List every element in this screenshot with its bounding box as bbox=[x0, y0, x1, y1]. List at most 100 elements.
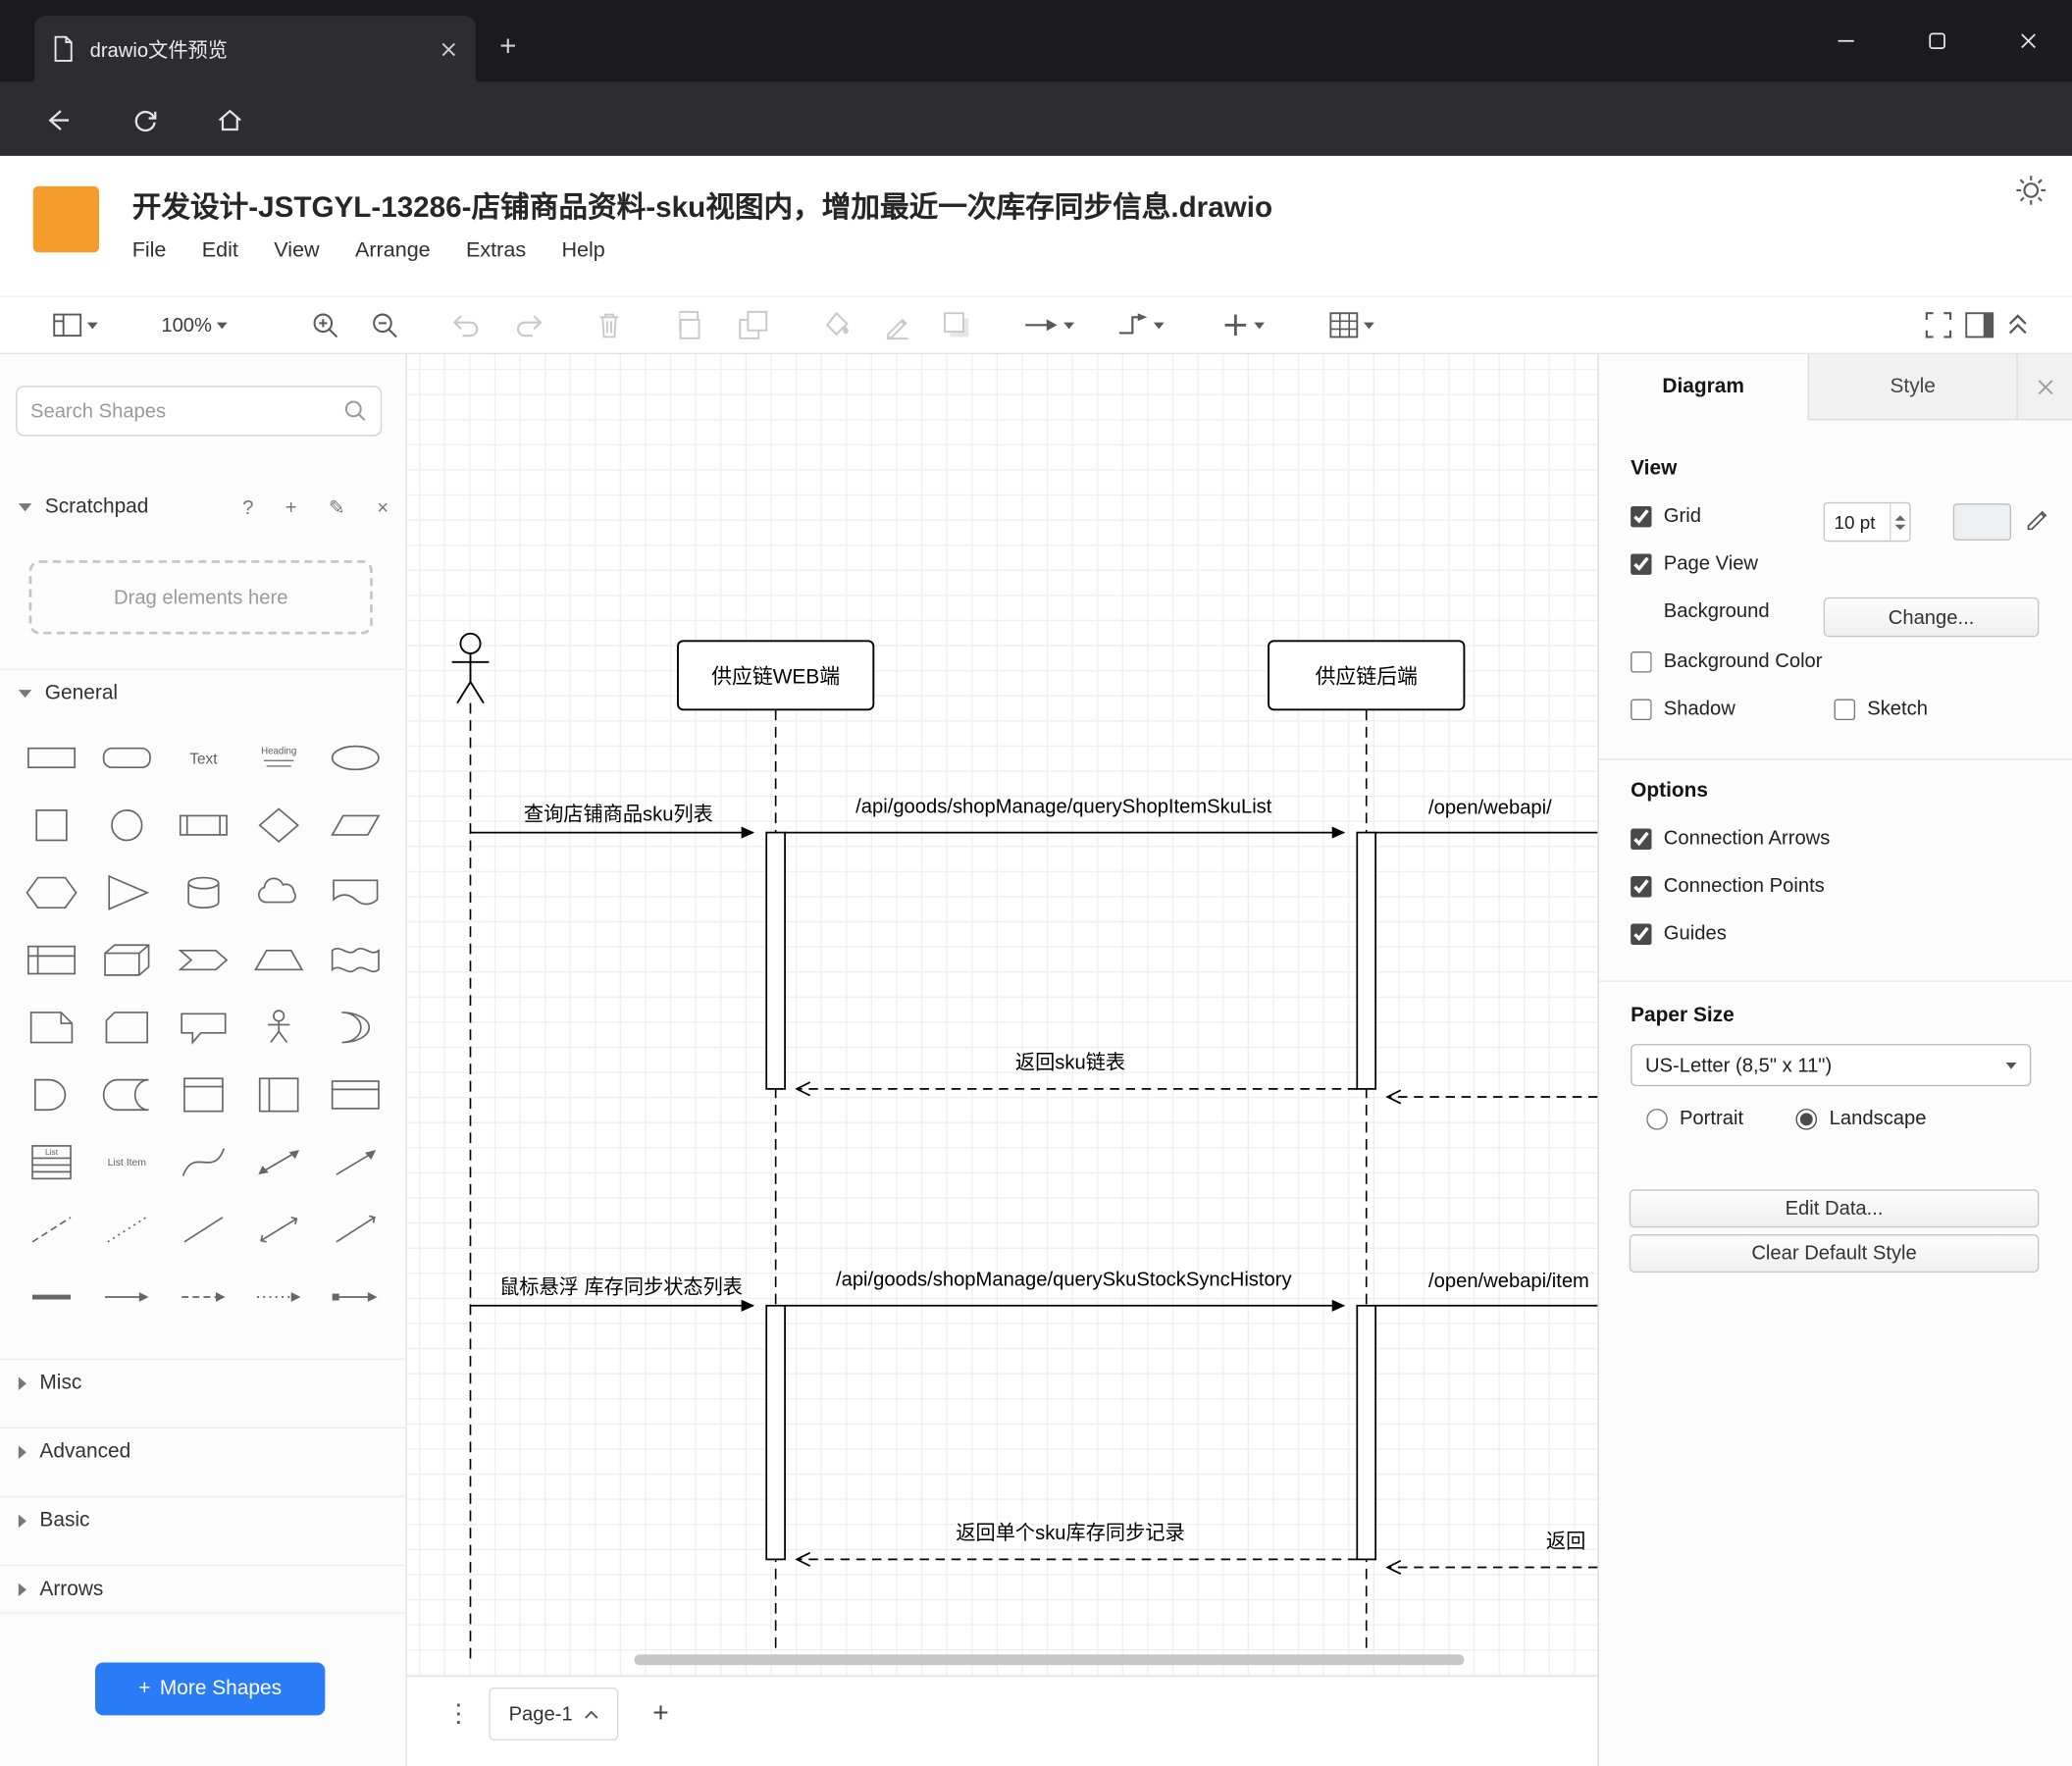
bidirectional-connector-shape[interactable] bbox=[241, 1196, 317, 1264]
section-general[interactable]: General bbox=[0, 668, 407, 716]
guides-checkbox[interactable] bbox=[1631, 922, 1652, 945]
window-maximize-button[interactable] bbox=[1907, 0, 1968, 82]
scratchpad-dropzone[interactable]: Drag elements here bbox=[28, 560, 373, 635]
scratchpad-edit-icon[interactable]: ✎ bbox=[329, 495, 345, 519]
scratchpad-help-icon[interactable]: ? bbox=[242, 496, 253, 519]
format-panel-toggle-button[interactable] bbox=[1965, 304, 1994, 346]
and-shape[interactable] bbox=[13, 1062, 88, 1129]
connection-arrows-checkbox[interactable] bbox=[1631, 827, 1652, 850]
actor-figure[interactable] bbox=[451, 632, 490, 704]
parallelogram-shape[interactable] bbox=[318, 792, 393, 859]
collapse-toolbar-button[interactable] bbox=[2006, 304, 2030, 346]
landscape-radio[interactable] bbox=[1795, 1108, 1818, 1129]
cloud-shape[interactable] bbox=[241, 859, 317, 927]
connector-shape[interactable] bbox=[318, 1264, 393, 1331]
lifeline-box-web[interactable]: 供应链WEB端 bbox=[677, 640, 875, 711]
step-up-icon[interactable] bbox=[1894, 514, 1906, 521]
dashed-line-shape[interactable] bbox=[13, 1196, 88, 1264]
search-input[interactable] bbox=[29, 399, 344, 423]
sketch-checkbox[interactable] bbox=[1834, 698, 1856, 720]
pages-menu-button[interactable]: ⋮ bbox=[439, 1690, 478, 1738]
tab-close-icon[interactable] bbox=[440, 40, 458, 58]
connection-style-button[interactable] bbox=[1024, 304, 1075, 346]
line-shape[interactable] bbox=[166, 1196, 241, 1264]
menu-help[interactable]: Help bbox=[561, 239, 604, 263]
rectangle-shape[interactable] bbox=[13, 724, 88, 792]
page-view-checkbox[interactable] bbox=[1631, 552, 1652, 575]
delete-button[interactable] bbox=[596, 304, 622, 346]
directional-connector-shape[interactable] bbox=[318, 1196, 393, 1264]
tab-style[interactable]: Style bbox=[1807, 353, 2017, 421]
change-background-button[interactable]: Change... bbox=[1823, 597, 2040, 638]
waypoint-style-button[interactable] bbox=[1116, 304, 1165, 346]
section-basic[interactable]: Basic bbox=[0, 1495, 407, 1543]
list-item-shape[interactable]: List Item bbox=[89, 1128, 165, 1196]
rounded-rectangle-shape[interactable] bbox=[89, 724, 165, 792]
text-shape[interactable]: Text bbox=[166, 724, 241, 792]
to-front-button[interactable] bbox=[679, 304, 708, 346]
menu-view[interactable]: View bbox=[274, 239, 319, 263]
scratchpad-add-icon[interactable]: + bbox=[285, 496, 297, 519]
section-arrows[interactable]: Arrows bbox=[0, 1564, 407, 1614]
fullscreen-button[interactable] bbox=[1924, 304, 1953, 346]
section-misc[interactable]: Misc bbox=[0, 1358, 407, 1406]
internal-storage-shape[interactable] bbox=[13, 926, 88, 994]
zoom-level-button[interactable]: 100% bbox=[161, 304, 229, 346]
arrow-edge-shape[interactable] bbox=[89, 1264, 165, 1331]
arrow-shape[interactable] bbox=[318, 1128, 393, 1196]
hexagon-shape[interactable] bbox=[13, 859, 88, 927]
square-shape[interactable] bbox=[13, 792, 88, 859]
paper-size-select[interactable]: US-Letter (8,5" x 11") bbox=[1631, 1044, 2032, 1087]
zoom-in-button[interactable] bbox=[311, 304, 340, 346]
window-close-button[interactable] bbox=[1998, 0, 2059, 82]
bidirectional-arrow-shape[interactable] bbox=[241, 1128, 317, 1196]
portrait-radio[interactable] bbox=[1646, 1108, 1668, 1129]
theme-toggle-button[interactable] bbox=[2014, 173, 2048, 207]
menu-edit[interactable]: Edit bbox=[202, 239, 238, 263]
dotted-line-shape[interactable] bbox=[89, 1196, 165, 1264]
diagram-canvas[interactable]: 供应链WEB端 供应链后端 查询店铺商品sku列表 /api/goods/sho… bbox=[406, 353, 1598, 1676]
dashed-edge-shape[interactable] bbox=[166, 1264, 241, 1331]
section-advanced[interactable]: Advanced bbox=[0, 1427, 407, 1475]
menu-extras[interactable]: Extras bbox=[466, 239, 526, 263]
undo-button[interactable] bbox=[450, 304, 482, 346]
page-tab[interactable]: Page-1 bbox=[489, 1688, 619, 1740]
more-shapes-button[interactable]: + More Shapes bbox=[94, 1662, 326, 1716]
data-storage-shape[interactable] bbox=[89, 1062, 165, 1129]
menu-file[interactable]: File bbox=[132, 239, 167, 263]
triangle-shape[interactable] bbox=[89, 859, 165, 927]
note-shape[interactable] bbox=[13, 994, 88, 1062]
dotted-edge-shape[interactable] bbox=[241, 1264, 317, 1331]
format-panel-close[interactable] bbox=[2016, 353, 2072, 421]
list-shape[interactable]: List bbox=[13, 1128, 88, 1196]
browser-tab[interactable]: drawio文件预览 bbox=[34, 16, 476, 82]
step-down-icon[interactable] bbox=[1894, 524, 1906, 530]
card-shape[interactable] bbox=[89, 994, 165, 1062]
trapezoid-shape[interactable] bbox=[241, 926, 317, 994]
shadow-checkbox[interactable] bbox=[1631, 698, 1652, 720]
shadow-button[interactable] bbox=[942, 304, 971, 346]
clear-default-style-button[interactable]: Clear Default Style bbox=[1629, 1234, 2040, 1273]
container-shape[interactable] bbox=[166, 1062, 241, 1129]
window-minimize-button[interactable] bbox=[1816, 0, 1877, 82]
grid-color-swatch[interactable] bbox=[1952, 503, 2012, 541]
link-shape[interactable] bbox=[13, 1264, 88, 1331]
to-back-button[interactable] bbox=[739, 304, 768, 346]
insert-button[interactable] bbox=[1222, 304, 1266, 346]
cube-shape[interactable] bbox=[89, 926, 165, 994]
grid-checkbox[interactable] bbox=[1631, 505, 1652, 527]
callout-shape[interactable] bbox=[166, 994, 241, 1062]
add-page-button[interactable]: + bbox=[640, 1690, 682, 1738]
lifeline-box-backend[interactable]: 供应链后端 bbox=[1268, 640, 1466, 711]
scratchpad-close-icon[interactable]: × bbox=[377, 496, 388, 519]
step-shape[interactable] bbox=[166, 926, 241, 994]
activation-backend-2[interactable] bbox=[1356, 1304, 1377, 1561]
curve-shape[interactable] bbox=[166, 1128, 241, 1196]
activation-web-2[interactable] bbox=[765, 1304, 786, 1561]
actor-shape[interactable] bbox=[241, 994, 317, 1062]
view-selector-button[interactable] bbox=[53, 304, 98, 346]
grid-size-stepper[interactable] bbox=[1890, 503, 1909, 541]
grid-size-input[interactable]: 10 pt bbox=[1823, 501, 1911, 543]
tab-diagram[interactable]: Diagram bbox=[1598, 353, 1808, 421]
table-button[interactable] bbox=[1329, 304, 1374, 346]
